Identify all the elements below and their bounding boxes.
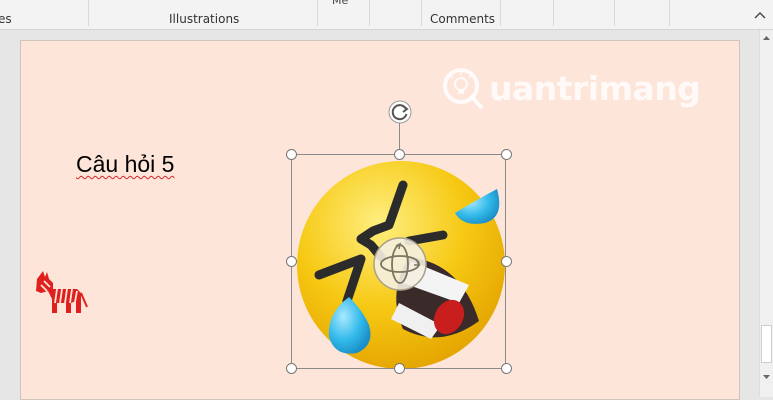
resize-handle-bottom-right[interactable]: [501, 363, 512, 374]
ribbon-divider: [500, 0, 501, 26]
watermark-lightbulb-q-icon: [443, 68, 483, 109]
resize-handle-right[interactable]: [501, 256, 512, 267]
resize-handle-top[interactable]: [394, 149, 405, 160]
ribbon-divider: [421, 0, 422, 26]
scrollbar-thumb[interactable]: [761, 325, 772, 363]
ribbon-divider: [669, 0, 670, 26]
ribbon-group-label-illustrations: Illustrations: [169, 12, 240, 26]
ribbon-divider: [614, 0, 615, 26]
resize-handle-top-right[interactable]: [501, 149, 512, 160]
slide-text-box[interactable]: Câu hỏi 5: [76, 151, 174, 178]
ribbon-divider: [88, 0, 89, 26]
slide-title-text: Câu hỏi 5: [76, 151, 175, 177]
scroll-down-arrow-icon[interactable]: [760, 371, 773, 383]
watermark-text: uantrimang: [489, 69, 701, 108]
slide[interactable]: Câu hỏi 5 uantrimang: [20, 40, 740, 400]
ribbon: es Illustrations Mé Comments: [0, 0, 773, 30]
ribbon-group-label-previous: es: [0, 12, 12, 26]
resize-handle-bottom-left[interactable]: [286, 363, 297, 374]
slide-canvas-area: Câu hỏi 5 uantrimang: [0, 30, 759, 400]
resize-handle-left[interactable]: [286, 256, 297, 267]
rotate-handle-icon[interactable]: [386, 98, 414, 126]
vertical-scrollbar[interactable]: [759, 30, 773, 397]
resize-handle-bottom[interactable]: [394, 363, 405, 374]
collapse-ribbon-chevron-up-icon[interactable]: [752, 8, 768, 22]
watermark-logo: uantrimang: [441, 65, 701, 111]
ribbon-group-label-comments: Comments: [430, 12, 496, 26]
scroll-up-arrow-icon[interactable]: [760, 32, 773, 44]
ribbon-cut-off-label: Mé: [332, 0, 349, 7]
ribbon-divider: [553, 0, 554, 26]
resize-handle-top-left[interactable]: [286, 149, 297, 160]
ribbon-divider: [369, 0, 370, 26]
ribbon-divider: [317, 0, 318, 26]
zebra-icon[interactable]: [33, 269, 89, 315]
3d-rotate-handle-icon[interactable]: [372, 236, 428, 292]
